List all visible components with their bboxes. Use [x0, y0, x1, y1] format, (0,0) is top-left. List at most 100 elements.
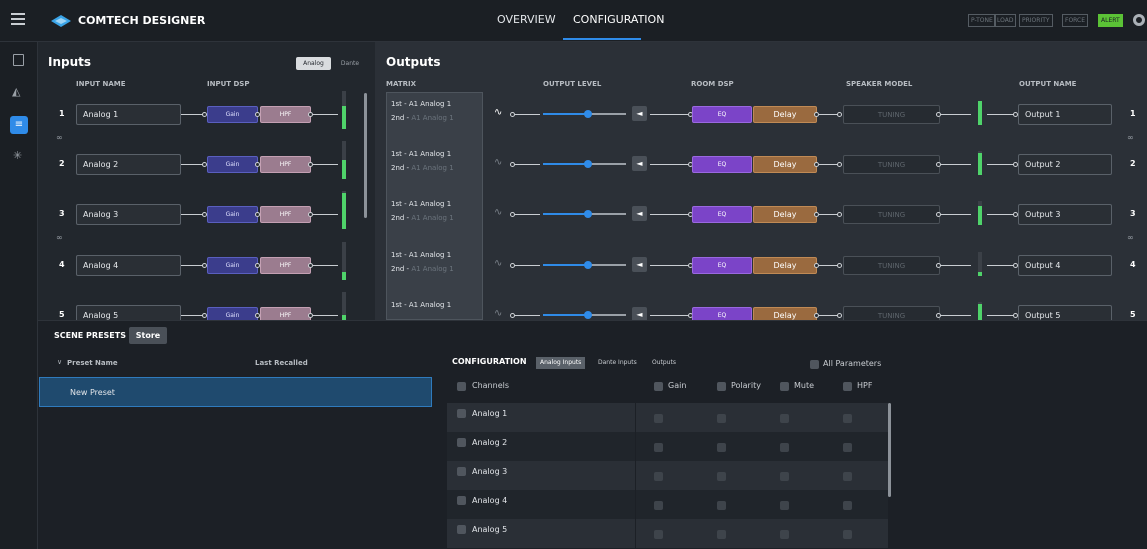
sliders-icon[interactable]: ≡: [10, 116, 28, 134]
channels-checkbox[interactable]: [457, 382, 466, 391]
param-checkbox[interactable]: [654, 472, 663, 481]
tab-configuration[interactable]: CONFIGURATION: [573, 13, 664, 26]
tuning-block[interactable]: TUNING: [843, 256, 940, 275]
polarity-col-checkbox[interactable]: [717, 382, 726, 391]
level-slider-knob[interactable]: [584, 160, 592, 168]
channel-checkbox[interactable]: [457, 438, 466, 447]
delay-block[interactable]: Delay: [753, 156, 817, 173]
tuning-block[interactable]: TUNING: [843, 105, 940, 124]
announce-icon[interactable]: ◭: [12, 85, 20, 98]
param-checkbox[interactable]: [717, 443, 726, 452]
connector-dot: [837, 263, 842, 268]
param-checkbox[interactable]: [654, 530, 663, 539]
param-checkbox[interactable]: [843, 414, 852, 423]
output-name-field[interactable]: Output 3: [1018, 204, 1112, 225]
speaker-icon[interactable]: ◄: [632, 106, 647, 121]
link-icon[interactable]: ∞: [56, 133, 63, 142]
link-icon[interactable]: ∞: [1127, 133, 1134, 142]
param-checkbox[interactable]: [654, 443, 663, 452]
delay-block[interactable]: Delay: [753, 206, 817, 223]
param-checkbox[interactable]: [843, 501, 852, 510]
analog-toggle[interactable]: Analog: [296, 57, 331, 70]
hpf-block[interactable]: HPF: [260, 106, 311, 123]
level-slider-track[interactable]: [588, 163, 626, 165]
alert-status[interactable]: ALERT: [1098, 14, 1123, 27]
param-checkbox[interactable]: [654, 501, 663, 510]
hpf-col-checkbox[interactable]: [843, 382, 852, 391]
param-checkbox[interactable]: [717, 472, 726, 481]
mute-col-checkbox[interactable]: [780, 382, 789, 391]
priority-status[interactable]: PRIORITY: [1019, 14, 1053, 27]
param-checkbox[interactable]: [780, 501, 789, 510]
level-slider-knob[interactable]: [584, 261, 592, 269]
tab-dante-inputs[interactable]: Dante Inputs: [598, 359, 637, 366]
tab-overview[interactable]: OVERVIEW: [497, 13, 556, 26]
param-checkbox[interactable]: [717, 530, 726, 539]
store-button[interactable]: Store: [129, 327, 167, 344]
link-icon[interactable]: ∞: [1127, 233, 1134, 242]
speaker-icon[interactable]: ◄: [632, 156, 647, 171]
tab-outputs[interactable]: Outputs: [652, 359, 676, 366]
tuning-block[interactable]: TUNING: [843, 155, 940, 174]
gain-block[interactable]: Gain: [207, 156, 258, 173]
input-name-field[interactable]: Analog 3: [76, 204, 181, 225]
all-parameters-checkbox[interactable]: [810, 360, 819, 369]
level-slider-track[interactable]: [588, 314, 626, 316]
tuning-block[interactable]: TUNING: [843, 205, 940, 224]
gain-col-checkbox[interactable]: [654, 382, 663, 391]
param-checkbox[interactable]: [780, 414, 789, 423]
eq-block[interactable]: EQ: [692, 156, 752, 173]
delay-block[interactable]: Delay: [753, 106, 817, 123]
gain-block[interactable]: Gain: [207, 257, 258, 274]
delay-block[interactable]: Delay: [753, 257, 817, 274]
gain-block[interactable]: Gain: [207, 106, 258, 123]
output-name-field[interactable]: Output 2: [1018, 154, 1112, 175]
link-icon[interactable]: ∞: [56, 233, 63, 242]
param-checkbox[interactable]: [717, 501, 726, 510]
eq-block[interactable]: EQ: [692, 106, 752, 123]
param-checkbox[interactable]: [780, 530, 789, 539]
channel-checkbox[interactable]: [457, 467, 466, 476]
inputs-scrollbar[interactable]: [364, 93, 367, 218]
param-checkbox[interactable]: [717, 414, 726, 423]
channel-checkbox[interactable]: [457, 525, 466, 534]
load-status[interactable]: LOAD: [994, 14, 1017, 27]
param-checkbox[interactable]: [843, 530, 852, 539]
speaker-icon[interactable]: ◄: [632, 206, 647, 221]
level-slider-knob[interactable]: [584, 210, 592, 218]
hpf-block[interactable]: HPF: [260, 156, 311, 173]
param-checkbox[interactable]: [654, 414, 663, 423]
gain-block[interactable]: Gain: [207, 206, 258, 223]
eq-block[interactable]: EQ: [692, 206, 752, 223]
hpf-block[interactable]: HPF: [260, 257, 311, 274]
input-name-field[interactable]: Analog 2: [76, 154, 181, 175]
eq-block[interactable]: EQ: [692, 257, 752, 274]
level-slider-knob[interactable]: [584, 110, 592, 118]
network-icon[interactable]: ✳: [13, 149, 22, 162]
output-name-field[interactable]: Output 1: [1018, 104, 1112, 125]
param-checkbox[interactable]: [780, 472, 789, 481]
settings-icon[interactable]: [1133, 14, 1145, 26]
level-slider-track[interactable]: [588, 213, 626, 215]
p-tone-status[interactable]: P-TONE: [968, 14, 996, 27]
force-status[interactable]: FORCE: [1062, 14, 1089, 27]
output-name-field[interactable]: Output 4: [1018, 255, 1112, 276]
param-checkbox[interactable]: [843, 472, 852, 481]
config-scrollbar[interactable]: [888, 403, 891, 497]
devices-icon[interactable]: [13, 54, 24, 66]
level-slider-track[interactable]: [588, 264, 626, 266]
param-checkbox[interactable]: [780, 443, 789, 452]
input-name-field[interactable]: Analog 4: [76, 255, 181, 276]
chevron-down-icon[interactable]: ∨: [57, 358, 62, 366]
hpf-block[interactable]: HPF: [260, 206, 311, 223]
speaker-icon[interactable]: ◄: [632, 257, 647, 272]
menu-icon[interactable]: [11, 13, 25, 25]
dante-toggle[interactable]: Dante: [336, 57, 364, 70]
level-slider-track[interactable]: [588, 113, 626, 115]
channel-checkbox[interactable]: [457, 409, 466, 418]
channel-checkbox[interactable]: [457, 496, 466, 505]
param-checkbox[interactable]: [843, 443, 852, 452]
input-name-field[interactable]: Analog 1: [76, 104, 181, 125]
level-slider-knob[interactable]: [584, 311, 592, 319]
tab-analog-inputs[interactable]: Analog Inputs: [536, 357, 586, 369]
